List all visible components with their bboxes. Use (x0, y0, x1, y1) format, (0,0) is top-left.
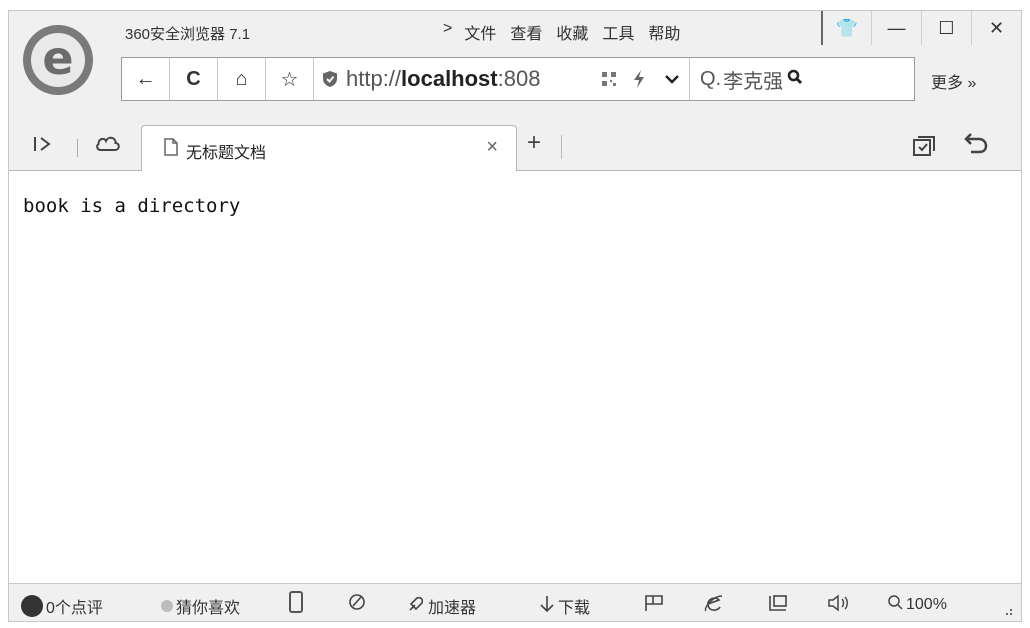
tab-strip: 无标题文档 × + (9, 123, 1021, 172)
search-icon[interactable] (787, 68, 803, 91)
page-content: book is a directory (9, 171, 1021, 583)
guess-button[interactable]: 猜你喜欢 (161, 594, 240, 618)
guess-label: 猜你喜欢 (176, 600, 241, 617)
favorite-button[interactable]: ☆ (266, 58, 314, 100)
comments-label: 0个点评 (46, 600, 103, 617)
tab-divider (561, 135, 562, 159)
home-icon: ⌂ (235, 67, 248, 90)
bolt-icon[interactable] (624, 58, 654, 100)
volume-icon[interactable] (827, 594, 853, 612)
close-button[interactable]: ✕ (971, 11, 1021, 45)
menu-tools[interactable]: 工具 (602, 20, 648, 44)
zoom-level: 100% (906, 595, 947, 613)
download-icon (539, 595, 555, 618)
window-icon[interactable] (767, 594, 789, 612)
status-bar: 0个点评 猜你喜欢 加速器 下载 100% (9, 583, 1021, 621)
menu-file[interactable]: 文件 (464, 20, 510, 44)
speed-icon[interactable] (347, 592, 367, 612)
mobile-icon[interactable] (289, 591, 303, 613)
tab-close-button[interactable]: × (486, 136, 498, 159)
qr-icon[interactable] (594, 58, 624, 100)
back-button[interactable]: ← (122, 58, 170, 100)
sidebar-icon[interactable] (33, 135, 55, 158)
menu-expand-arrow[interactable]: > (443, 20, 464, 44)
address-toolbar: ← C ⌂ ☆ http://localhost:808 Q. 李克强 (121, 57, 915, 101)
skin-button[interactable]: 👕 (821, 11, 871, 45)
shield-icon[interactable] (314, 58, 346, 100)
search-box[interactable]: Q. 李克强 (690, 65, 914, 94)
page-body-text: book is a directory (23, 195, 241, 217)
minimize-button[interactable]: — (871, 11, 921, 45)
shirt-icon: 👕 (835, 17, 859, 38)
new-tab-button[interactable]: + (527, 129, 541, 157)
menu-help[interactable]: 帮助 (648, 20, 694, 44)
cloud-icon[interactable] (95, 133, 121, 159)
dropdown-icon[interactable] (654, 58, 690, 100)
download-label: 下载 (558, 600, 591, 617)
window-controls: 👕 — ☐ ✕ (821, 11, 1021, 45)
refresh-icon: C (186, 67, 201, 90)
download-button[interactable]: 下载 (539, 594, 590, 618)
url-input[interactable]: http://localhost:808 (346, 66, 594, 92)
tomato-icon (21, 595, 43, 617)
more-button[interactable]: 更多 » (931, 69, 976, 93)
star-icon: ☆ (280, 68, 299, 91)
browser-logo-icon[interactable]: e (23, 25, 93, 95)
tab-divider (77, 139, 78, 157)
rocket-icon (407, 595, 425, 618)
back-icon: ← (135, 67, 156, 90)
search-input[interactable]: 李克强 (723, 65, 783, 94)
flag-icon[interactable] (643, 594, 665, 612)
tab-title: 无标题文档 (186, 145, 267, 162)
menu-favorites[interactable]: 收藏 (556, 20, 602, 44)
resize-grip-icon[interactable] (1001, 606, 1013, 616)
undo-icon[interactable] (963, 131, 989, 161)
menu-view[interactable]: 查看 (510, 20, 556, 44)
comments-button[interactable]: 0个点评 (21, 594, 103, 618)
app-title: 360安全浏览器 7.1 (125, 26, 251, 43)
home-button[interactable]: ⌂ (218, 58, 266, 100)
maximize-button[interactable]: ☐ (921, 11, 971, 45)
guess-icon (161, 600, 173, 612)
accelerator-label: 加速器 (428, 600, 477, 617)
browser-window: e 360安全浏览器 7.1 > 文件 查看 收藏 工具 帮助 👕 — ☐ ✕ … (8, 10, 1022, 622)
document-icon (164, 138, 178, 161)
zoom-control[interactable]: 100% (887, 594, 947, 615)
zoom-icon (887, 594, 903, 615)
search-engine-icon: Q. (700, 67, 722, 90)
menu-bar: > 文件 查看 收藏 工具 帮助 (443, 20, 694, 44)
tab-active[interactable]: 无标题文档 × (141, 125, 517, 172)
ie-icon[interactable] (703, 594, 725, 614)
refresh-button[interactable]: C (170, 58, 218, 100)
accelerator-button[interactable]: 加速器 (407, 594, 476, 618)
recent-tabs-icon[interactable] (913, 135, 937, 162)
